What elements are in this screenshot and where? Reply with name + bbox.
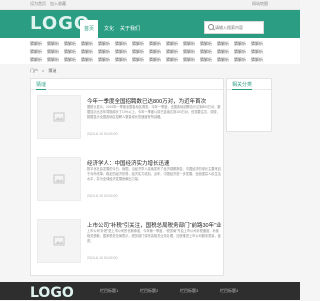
sidebar-header: 相关分类 <box>227 79 271 90</box>
category-link[interactable]: 猜解析 <box>98 49 110 55</box>
category-links: 猜解析 猜解析 猜解析 猜解析 猜解析 猜解析 猜解析 猜解析 猜解析 猜解析 猜解析 猜解析 猜解析猜… <box>0 38 300 64</box>
category-link[interactable]: 猜解析 <box>132 49 144 55</box>
article-date: 2024-6-10 00:00:00 <box>87 194 118 198</box>
category-link[interactable]: 猜解析 <box>183 57 195 63</box>
article-summary: 据统计显示，2019年一季度全国各地区调查，今年一季度，全国各地招聘总计达到80… <box>87 105 221 119</box>
add-favorite-link[interactable]: 加入收藏 <box>50 1 66 7</box>
article-thumbnail[interactable] <box>37 95 81 139</box>
article-title[interactable]: 上市公司“补税”引关注，国税总局税务部门“前路30年”业报… <box>87 221 221 229</box>
category-link[interactable]: 猜解析 <box>30 41 42 47</box>
category-link[interactable]: 猜解析 <box>64 57 76 63</box>
footer-link[interactable]: 栏目标题2 <box>140 288 158 294</box>
category-link[interactable]: 猜解析 <box>200 49 212 55</box>
article-thumbnail[interactable] <box>37 219 81 263</box>
breadcrumb-home[interactable]: 门户 <box>30 68 38 73</box>
image-placeholder-icon <box>53 112 65 122</box>
list-item[interactable]: 今年一季度全国招聘数已达800万对，为近年首次 据统计显示，2019年一季度全国… <box>37 95 221 165</box>
sidebar-title: 相关分类 <box>232 82 253 90</box>
site-footer: LOGO 栏目标题1 栏目标题2 栏目标题3 栏目标题4 <box>0 282 300 301</box>
category-link[interactable]: 猜解析 <box>234 41 246 47</box>
category-link[interactable]: 猜解析 <box>200 41 212 47</box>
category-link[interactable]: 猜解析 <box>47 41 59 47</box>
category-link[interactable]: 猜解析 <box>217 57 229 63</box>
sitemap-link[interactable]: 网站地图 <box>252 1 268 7</box>
breadcrumb-separator: > <box>42 68 45 73</box>
category-link[interactable]: 猜解析 <box>149 57 161 63</box>
breadcrumb: 门户 > 猜谜 <box>30 68 60 74</box>
category-link[interactable]: 猜解析 <box>166 41 178 47</box>
related-categories-panel: 相关分类 <box>226 78 272 132</box>
footer-logo[interactable]: LOGO <box>30 285 74 301</box>
top-utility-bar: 设为首页 加入收藏 网站地图 <box>0 0 300 10</box>
category-link[interactable]: 猜解析 <box>234 49 246 55</box>
footer-link[interactable]: 栏目标题4 <box>220 288 238 294</box>
article-title[interactable]: 经济学人：中国经济实力增长迅速 <box>87 159 221 167</box>
category-link[interactable]: 猜解析 <box>98 57 110 63</box>
article-date: 2024-6-10 00:00:00 <box>87 132 118 136</box>
footer-link[interactable]: 栏目标题1 <box>100 288 118 294</box>
panel-title: 猜谜 <box>36 82 47 90</box>
search-icon[interactable] <box>208 24 214 30</box>
category-link[interactable]: 猜解析 <box>149 41 161 47</box>
site-header: LOGO 首页 文化 关于我们 <box>0 10 300 38</box>
category-link[interactable]: 猜解析 <box>132 41 144 47</box>
search-input[interactable] <box>215 23 261 31</box>
article-list-panel: 猜谜 今年一季度全国招聘数已达800万对，为近年首次 据统计显示，2019年一季… <box>30 78 224 276</box>
category-link[interactable]: 猜解析 <box>217 49 229 55</box>
category-link[interactable]: 猜解析 <box>251 49 263 55</box>
article-title[interactable]: 今年一季度全国招聘数已达800万对，为近年首次 <box>87 97 221 105</box>
category-link[interactable]: 猜解析 <box>183 49 195 55</box>
image-placeholder-icon <box>53 236 65 246</box>
footer-link[interactable]: 栏目标题3 <box>180 288 198 294</box>
panel-header: 猜谜 <box>31 79 223 90</box>
category-link[interactable]: 猜解析 <box>251 57 263 63</box>
article-thumbnail[interactable] <box>37 157 81 201</box>
category-link[interactable]: 猜解析 <box>251 41 263 47</box>
category-link[interactable]: 猜解析 <box>115 41 127 47</box>
image-placeholder-icon <box>53 174 65 184</box>
category-link[interactable]: 猜解析 <box>98 41 110 47</box>
category-link[interactable]: 猜解析 <box>47 57 59 63</box>
category-link[interactable]: 猜解析 <box>149 49 161 55</box>
category-link[interactable]: 猜解析 <box>30 49 42 55</box>
nav-item-home[interactable]: 首页 <box>80 20 99 38</box>
list-item[interactable]: 经济学人：中国经济实力增长迅速 数字化社会发展的今日，我国，当经济学人连续发布了… <box>37 157 221 227</box>
breadcrumb-current: 猜谜 <box>48 68 57 73</box>
category-link[interactable]: 猜解析 <box>81 41 93 47</box>
category-link[interactable]: 猜解析 <box>47 49 59 55</box>
category-link[interactable]: 猜解析 <box>115 49 127 55</box>
category-link[interactable]: 猜解析 <box>234 57 246 63</box>
category-link[interactable]: 猜解析 <box>115 57 127 63</box>
category-link[interactable]: 猜解析 <box>183 41 195 47</box>
category-link[interactable]: 猜解析 <box>217 41 229 47</box>
article-date: 2024-6-10 00:00:00 <box>87 256 118 260</box>
search-box <box>204 21 264 34</box>
category-link[interactable]: 猜解析 <box>200 57 212 63</box>
category-link[interactable]: 猜解析 <box>81 57 93 63</box>
category-link[interactable]: 猜解析 <box>132 57 144 63</box>
category-link[interactable]: 猜解析 <box>166 57 178 63</box>
category-link[interactable]: 猜解析 <box>64 49 76 55</box>
list-item[interactable]: 上市公司“补税”引关注，国税总局税务部门“前路30年”业报… 上市公司“补税”是… <box>37 219 221 289</box>
category-link[interactable]: 猜解析 <box>81 49 93 55</box>
article-summary: 上市公司“补税”是上市公司的长期承诺，今年第一季度，“税务局”开启上市公司补税通… <box>87 229 221 243</box>
category-link[interactable]: 猜解析 <box>166 49 178 55</box>
category-link[interactable]: 猜解析 <box>30 57 42 63</box>
article-summary: 数字化社会发展的今日，我国，当经济学人连续发布了经济观察报告，中国经济的增长主要… <box>87 167 221 181</box>
set-homepage-link[interactable]: 设为首页 <box>30 1 46 7</box>
nav-item-about[interactable]: 关于我们 <box>116 20 144 38</box>
category-link[interactable]: 猜解析 <box>64 41 76 47</box>
